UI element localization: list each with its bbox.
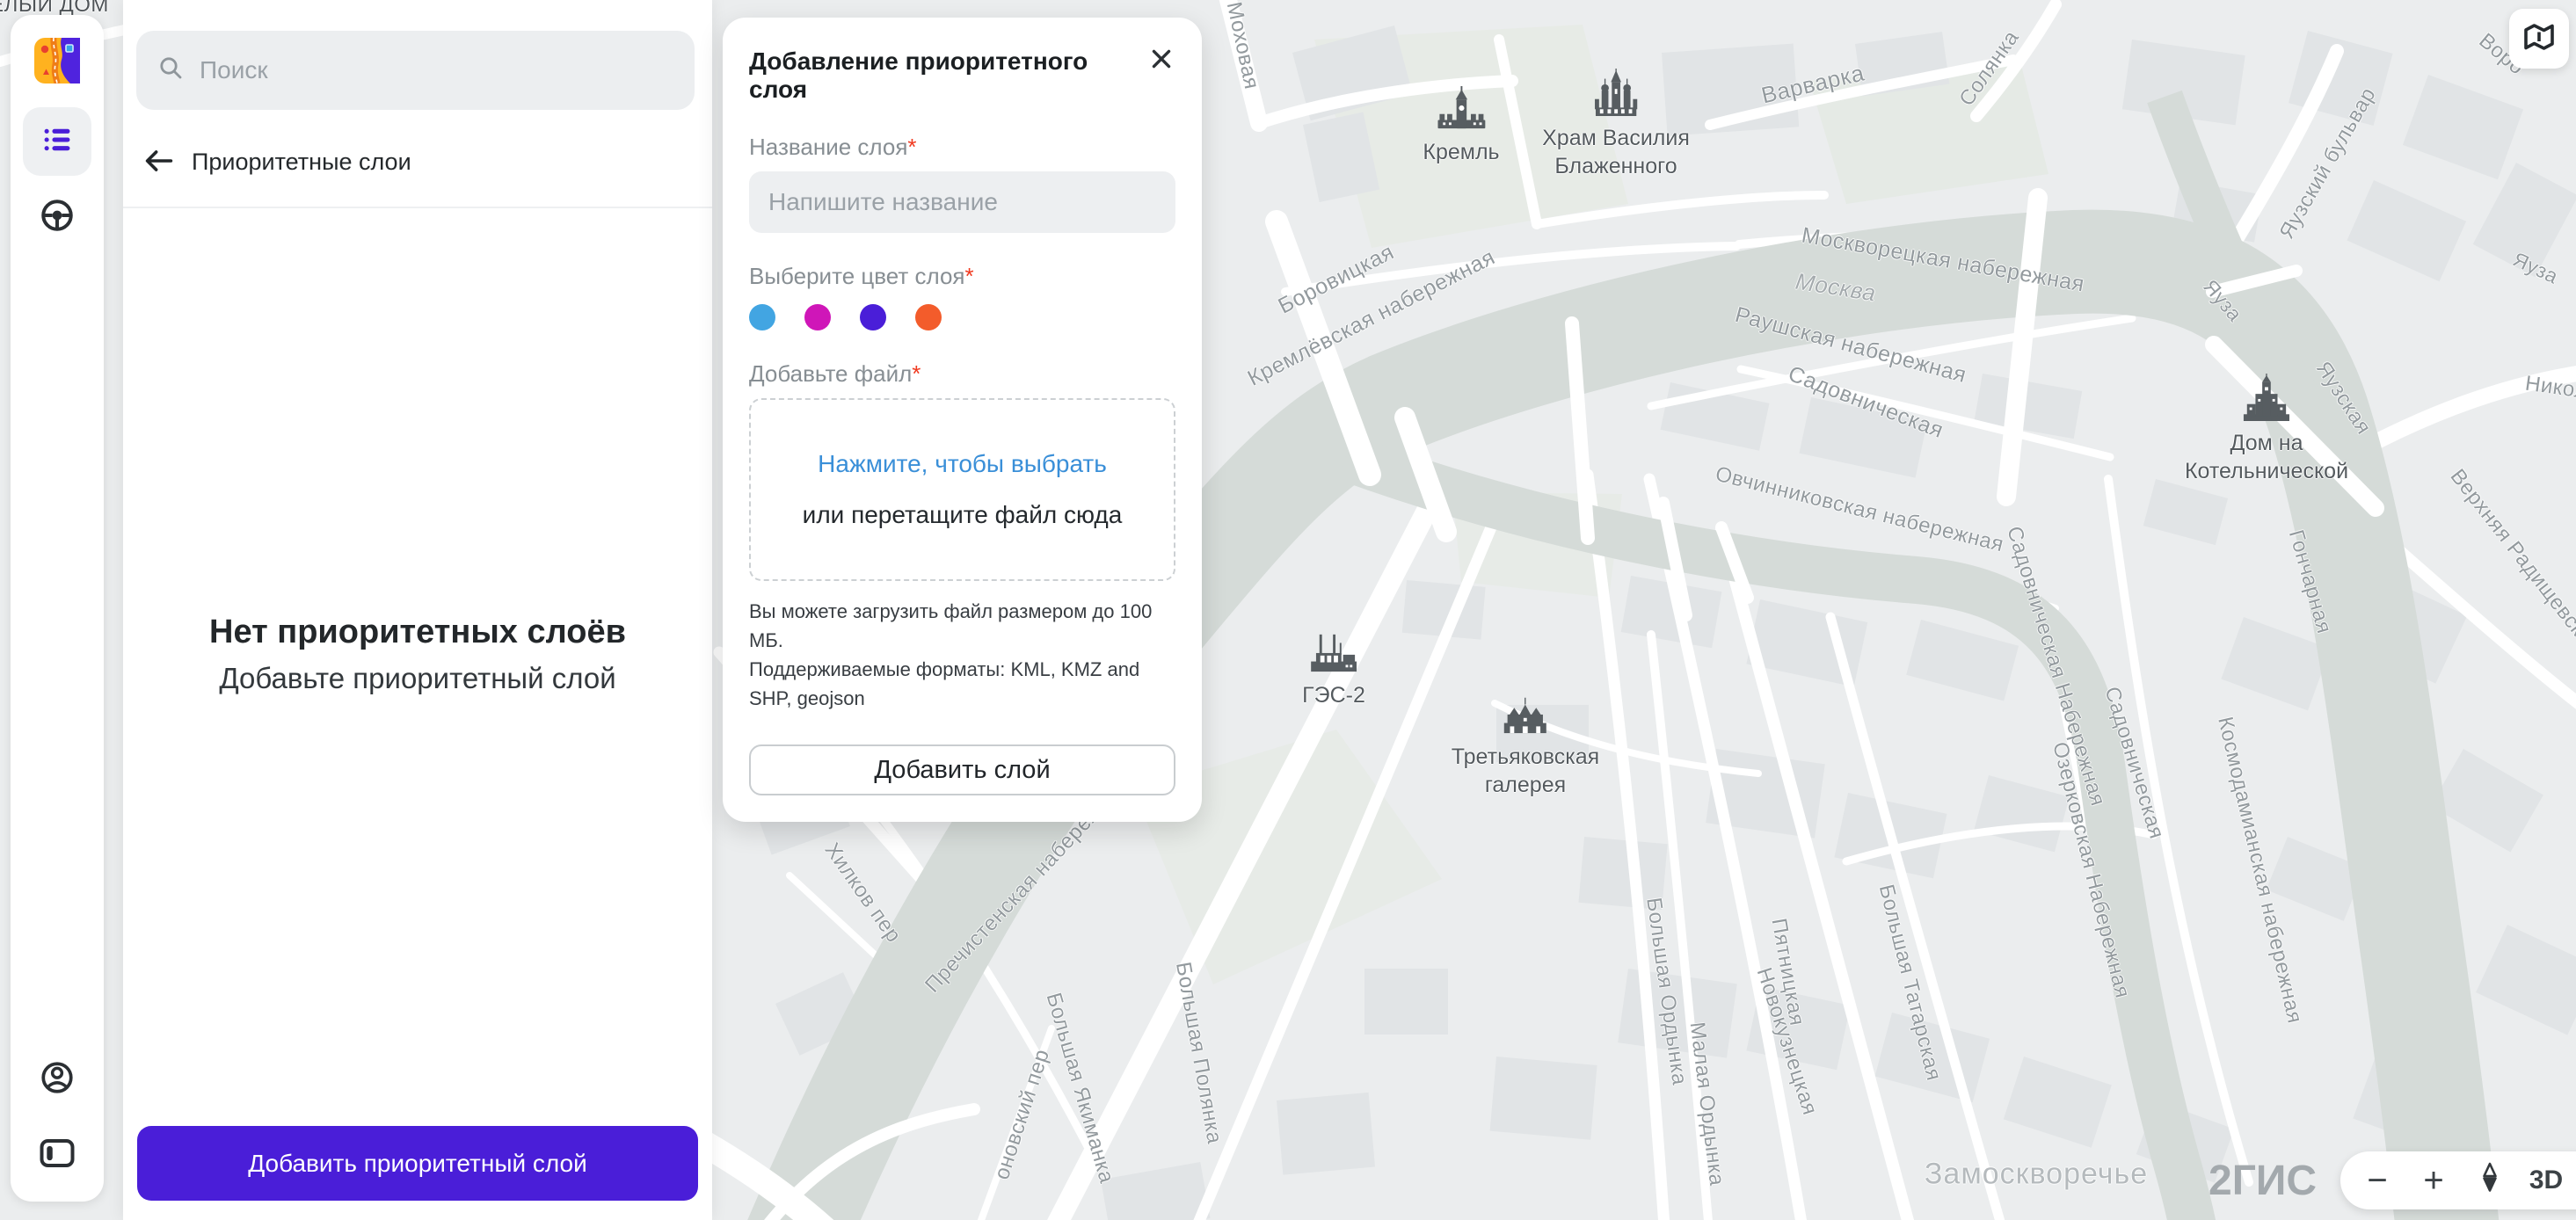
basil-icon <box>1542 69 1690 120</box>
landmark-dom: Дом на Котельнической <box>2185 374 2348 485</box>
color-label: Выберите цвет слоя* <box>749 263 974 289</box>
sidebar-item-priority-layers[interactable] <box>23 107 91 176</box>
street-label: Яузский бульвар <box>2274 84 2381 243</box>
file-label: Добавьте файл* <box>749 360 921 387</box>
street-label: Большая Ордынка <box>1641 896 1692 1087</box>
panel-header: Приоритетные слои <box>123 142 712 208</box>
street-label: Верхняя Радищевская <box>2445 464 2576 660</box>
color-options <box>749 304 1175 330</box>
sidebar-item-navigator[interactable] <box>23 183 91 251</box>
layer-name-input[interactable] <box>749 171 1175 233</box>
file-note: Вы можете загрузить файл размером до 100… <box>749 597 1175 713</box>
layer-color-option[interactable] <box>860 304 886 330</box>
dom-icon <box>2185 374 2348 425</box>
file-note-line2: Поддерживаемые форматы: KML, KMZ and SHP… <box>749 658 1140 709</box>
file-note-line1: Вы можете загрузить файл размером до 100… <box>749 600 1153 651</box>
street-label: Яуза <box>2509 247 2562 288</box>
zoom-in-button[interactable]: + <box>2405 1154 2462 1207</box>
dropzone-hint: или перетащите файл сюда <box>802 501 1123 528</box>
gallery-icon <box>1452 693 1599 739</box>
required-mark: * <box>907 134 917 160</box>
landmark-basil: Храм Василия Блаженного <box>1542 69 1690 180</box>
app-logo[interactable] <box>34 37 80 84</box>
close-button[interactable] <box>1144 42 1179 77</box>
street-label: Большая Якиманка <box>1041 990 1119 1187</box>
street-label: Николоямская <box>2523 371 2576 416</box>
landmark-gallery: Третьяковская галерея <box>1452 693 1599 799</box>
compass-icon <box>2477 1161 2503 1201</box>
sidebar-item-panel-toggle[interactable] <box>23 1121 91 1189</box>
street-label: Гончарная <box>2283 526 2337 636</box>
profile-icon <box>39 1059 76 1100</box>
street-label: Малая Ордынка <box>1685 1020 1729 1187</box>
add-layer-modal: Добавление приоритетного слоя Название с… <box>723 18 1202 822</box>
street-label: Хилков пер <box>819 839 906 948</box>
zoom-out-button[interactable]: − <box>2349 1154 2405 1207</box>
add-priority-layer-button[interactable]: Добавить приоритетный слой <box>137 1126 698 1201</box>
name-label: Название слоя* <box>749 134 917 160</box>
close-icon <box>1147 45 1175 76</box>
map-fold-icon <box>2521 20 2557 58</box>
compass-button[interactable] <box>2462 1154 2518 1207</box>
landmark-label: Храм Василия <box>1542 126 1690 150</box>
street-label: Яуза <box>2199 274 2247 326</box>
back-button[interactable] <box>139 142 179 182</box>
map-layers-button[interactable] <box>2509 9 2569 69</box>
layer-color-option[interactable] <box>804 304 831 330</box>
layer-color-option[interactable] <box>915 304 942 330</box>
empty-state-title: Нет приоритетных слоёв <box>209 614 626 650</box>
street-label: Большая Татарская <box>1874 882 1947 1084</box>
landmark-label: галерея <box>1484 773 1567 797</box>
landmark-ges2: ГЭС-2 <box>1302 631 1365 709</box>
priority-layers-panel: Поиск Приоритетные слои Нет приоритетных… <box>123 0 712 1220</box>
district-label: Замоскворечье <box>1924 1157 2149 1191</box>
street-label: Москва <box>1794 267 1878 307</box>
street-label: Космодамианская набережная <box>2213 714 2307 1026</box>
landmark-label: Кремль <box>1423 140 1500 164</box>
landmark-label: Третьяковская <box>1451 744 1600 769</box>
landmark-label: Дом на <box>2230 431 2303 455</box>
search-placeholder: Поиск <box>200 56 268 84</box>
add-layer-submit-button[interactable]: Добавить слой <box>749 744 1175 795</box>
modal-title: Добавление приоритетного слоя <box>749 47 1088 103</box>
street-label: Раушская набережная <box>1732 301 1969 389</box>
landmark-label: Котельнической <box>2184 459 2349 483</box>
list-icon <box>40 122 75 162</box>
landmark-label: Блаженного <box>1554 154 1677 178</box>
icon-sidebar <box>11 15 104 1202</box>
street-label: Овчинниковская набережная <box>1713 461 2006 557</box>
landmark-label: ГЭС-2 <box>1302 683 1365 708</box>
3d-button[interactable]: 3D <box>2518 1154 2574 1207</box>
steering-wheel-icon <box>39 197 76 238</box>
street-label: Садовническая <box>2099 684 2169 842</box>
arrow-left-icon <box>142 144 176 180</box>
search-icon <box>157 54 186 87</box>
street-label: Солянка <box>1954 25 2024 111</box>
layer-color-option[interactable] <box>749 304 775 330</box>
empty-state-subtitle: Добавьте приоритетный слой <box>219 662 616 694</box>
kremlin-icon <box>1423 86 1499 134</box>
street-label: Большая Полянка <box>1171 960 1226 1146</box>
ges2-icon <box>1302 631 1365 678</box>
sidebar-item-profile[interactable] <box>23 1045 91 1114</box>
search-input[interactable]: Поиск <box>136 31 695 110</box>
2gis-watermark: 2ГИС <box>2209 1158 2318 1204</box>
map-controls: − + 3D <box>2340 1151 2576 1209</box>
street-label: Варварка <box>1758 59 1867 109</box>
empty-state: Нет приоритетных слоёв Добавьте приорите… <box>123 614 712 695</box>
file-dropzone[interactable]: Нажмите, чтобы выбрать или перетащите фа… <box>749 398 1175 581</box>
panel-toggle-icon <box>39 1135 76 1176</box>
street-label: оновский пер <box>989 1046 1055 1183</box>
panel-title: Приоритетные слои <box>192 148 411 175</box>
landmark-kremlin: Кремль <box>1423 86 1500 166</box>
dropzone-browse-link[interactable]: Нажмите, чтобы выбрать <box>818 450 1107 478</box>
street-label: Моховая <box>1221 0 1264 91</box>
